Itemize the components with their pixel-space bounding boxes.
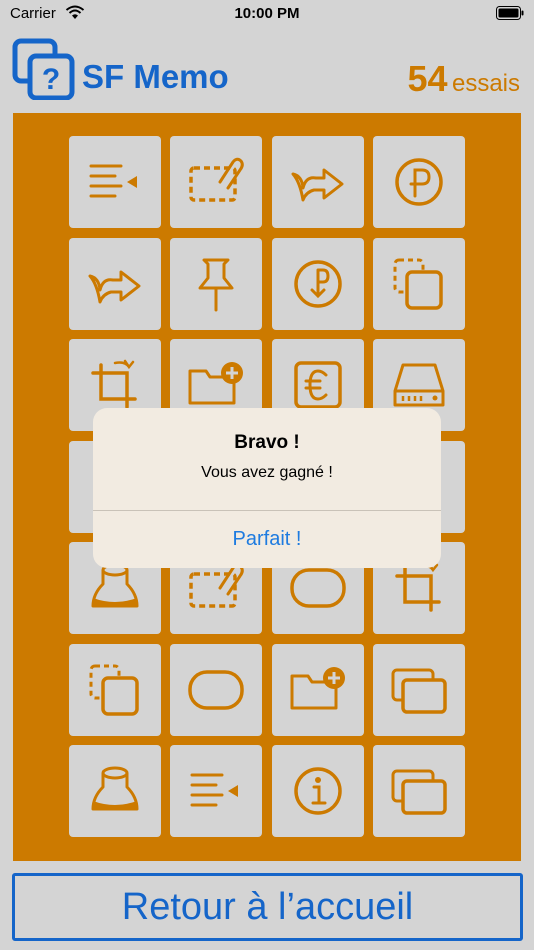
card-tile[interactable]: [69, 644, 161, 736]
win-alert: Bravo ! Vous avez gagné ! Parfait !: [93, 408, 441, 568]
cone-cup-icon: [91, 766, 139, 811]
tries-count: 54: [407, 58, 448, 99]
euro-square-icon: [294, 361, 342, 409]
folder-add-icon: [290, 667, 345, 710]
info-circle-icon: [294, 767, 342, 815]
card-tile[interactable]: [170, 644, 262, 736]
text-indent-icon: [89, 164, 137, 198]
clipboard-attachment-icon: [189, 157, 244, 202]
alert-message: Vous avez gagné !: [201, 464, 333, 481]
status-bar: Carrier 10:00 PM: [0, 0, 534, 30]
card-tile[interactable]: [373, 238, 465, 330]
ruble-circle-icon: [395, 158, 443, 206]
copy-icon: [393, 258, 443, 310]
rounded-rectangle-icon: [188, 670, 244, 710]
card-tile[interactable]: [69, 238, 161, 330]
card-tile[interactable]: [69, 136, 161, 228]
share-arrows-icon: [291, 168, 344, 202]
alert-ok-button[interactable]: Parfait !: [93, 511, 441, 568]
card-tile[interactable]: [373, 644, 465, 736]
copy-icon: [89, 664, 139, 716]
card-tile[interactable]: [170, 745, 262, 837]
app-title: SF Memo: [82, 58, 229, 95]
folder-add-icon: [188, 362, 243, 405]
clock: 10:00 PM: [234, 5, 300, 22]
back-home-button[interactable]: Retour à l’accueil: [12, 873, 523, 941]
alert-title: Bravo !: [234, 432, 300, 453]
battery-icon: [496, 6, 524, 20]
card-tile[interactable]: [373, 136, 465, 228]
stacked-windows-icon: [391, 769, 447, 815]
pushpin-icon: [198, 258, 234, 312]
card-tile[interactable]: [272, 136, 364, 228]
svg-text:?: ?: [42, 63, 60, 96]
card-tile[interactable]: [170, 238, 262, 330]
stacked-windows-icon: [391, 668, 447, 714]
card-tile[interactable]: [272, 644, 364, 736]
share-arrows-icon: [88, 270, 141, 304]
tries-counter: 54 essais: [407, 58, 520, 100]
card-tile[interactable]: [170, 136, 262, 228]
text-indent-icon: [190, 773, 238, 807]
tries-label: essais: [451, 70, 520, 97]
card-tile[interactable]: [373, 745, 465, 837]
crop-rotate-icon: [91, 359, 137, 409]
card-tile[interactable]: [272, 745, 364, 837]
hard-drive-icon: [393, 363, 445, 407]
card-tile[interactable]: [69, 745, 161, 837]
card-tile[interactable]: [272, 238, 364, 330]
ruble-circle-down-icon: [294, 260, 342, 308]
app-logo-icon: ?: [12, 38, 75, 100]
